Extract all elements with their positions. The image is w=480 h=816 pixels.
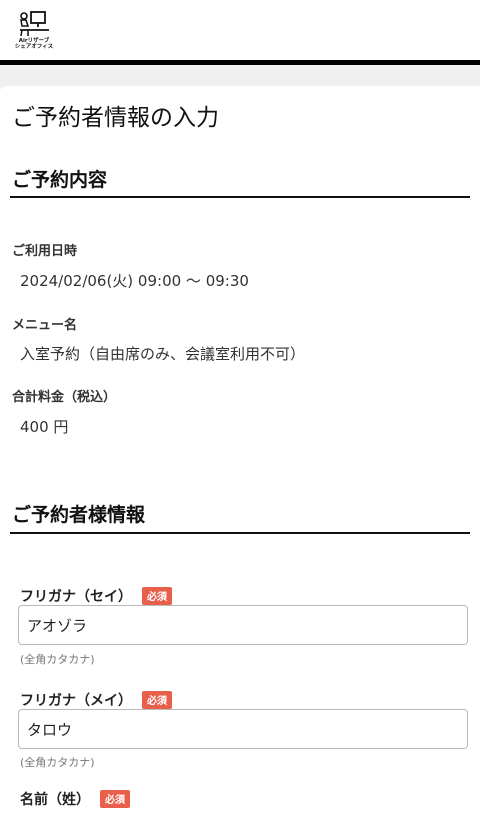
furigana-sei-label: フリガナ（セイ） 必須 — [20, 586, 172, 606]
name-sei-label: 名前（姓） 必須 — [20, 789, 130, 809]
menu-label: メニュー名 — [12, 318, 78, 333]
page-title: ご予約者情報の入力 — [12, 105, 219, 131]
required-badge: 必須 — [142, 587, 172, 605]
required-badge: 必須 — [100, 790, 130, 808]
furigana-mei-hint: (全角カタカナ) — [20, 756, 95, 769]
logo-line-2: シェアオフィス — [14, 44, 54, 50]
price-label: 合計料金（税込） — [12, 390, 117, 405]
reservation-section-title: ご予約内容 — [12, 169, 108, 191]
furigana-sei-input[interactable] — [18, 605, 468, 645]
furigana-sei-label-text: フリガナ（セイ） — [20, 589, 132, 605]
required-badge: 必須 — [142, 691, 172, 709]
price-value: 400 円 — [20, 418, 69, 436]
airreserve-logo[interactable]: Airリザーブ シェアオフィス — [12, 8, 56, 52]
name-sei-label-text: 名前（姓） — [20, 792, 90, 808]
furigana-mei-label-text: フリガナ（メイ） — [20, 693, 132, 709]
section-divider — [10, 196, 470, 198]
datetime-value: 2024/02/06(火) 09:00 〜 09:30 — [20, 272, 249, 290]
section-divider — [10, 532, 470, 534]
datetime-label: ご利用日時 — [12, 244, 78, 259]
furigana-mei-label: フリガナ（メイ） 必須 — [20, 690, 172, 710]
furigana-mei-input[interactable] — [18, 709, 468, 749]
app-header: Airリザーブ シェアオフィス — [0, 0, 480, 65]
menu-value: 入室予約（自由席のみ、会議室利用不可） — [20, 345, 306, 363]
customer-section-title: ご予約者様情報 — [12, 504, 146, 526]
desk-person-icon — [20, 11, 49, 37]
furigana-sei-hint: (全角カタカナ) — [20, 653, 95, 666]
